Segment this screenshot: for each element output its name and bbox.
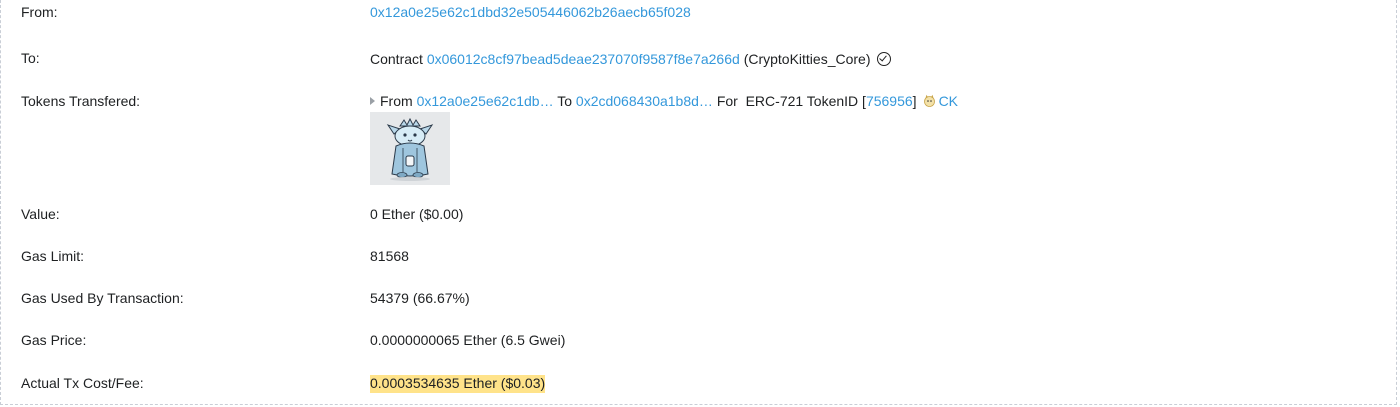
gas-price-label: Gas Price:: [21, 332, 87, 348]
gas-limit-value: 81568: [370, 248, 409, 264]
tx-fee-value: 0.0003534635 Ether ($0.03): [370, 375, 546, 393]
value-label: Value:: [21, 206, 60, 222]
gas-used-value: 54379 (66.67%): [370, 290, 470, 306]
cryptokitty-illustration: [370, 112, 450, 185]
gas-price-value: 0.0000000065 Ether (6.5 Gwei): [370, 332, 566, 348]
token-symbol-link[interactable]: CK: [939, 93, 958, 109]
token-id-link[interactable]: 756956: [866, 93, 913, 109]
token-to-word: To: [557, 93, 573, 109]
token-from-address-link[interactable]: 0x12a0e25e62c1db…: [417, 93, 554, 109]
contract-prefix: Contract: [370, 51, 423, 67]
token-to-address-link[interactable]: 0x2cd068430a1b8d…: [576, 93, 713, 109]
verified-check-icon: [876, 52, 891, 66]
token-for-text: For ERC-721 TokenID [: [716, 93, 866, 109]
token-from-word: From: [380, 93, 413, 109]
cryptokitty-image[interactable]: [370, 112, 450, 185]
to-contract-address-link[interactable]: 0x06012c8cf97bead5deae237070f9587f8e7a26…: [427, 51, 740, 67]
expand-caret-icon[interactable]: [370, 97, 375, 105]
gas-limit-label: Gas Limit:: [21, 248, 85, 264]
to-label: To:: [21, 50, 40, 66]
from-label: From:: [21, 4, 58, 20]
tokens-transferred-label: Tokens Transfered:: [21, 93, 141, 109]
gas-used-label: Gas Used By Transaction:: [21, 290, 184, 306]
tx-fee-label: Actual Tx Cost/Fee:: [21, 375, 144, 391]
token-id-close-bracket: ]: [912, 93, 917, 109]
value-amount: 0 Ether ($0.00): [370, 206, 464, 222]
contract-name: (CryptoKitties_Core): [743, 51, 871, 67]
cryptokitties-token-icon: [923, 94, 935, 107]
from-address-link[interactable]: 0x12a0e25e62c1dbd32e505446062b26aecb65f0…: [370, 4, 691, 20]
